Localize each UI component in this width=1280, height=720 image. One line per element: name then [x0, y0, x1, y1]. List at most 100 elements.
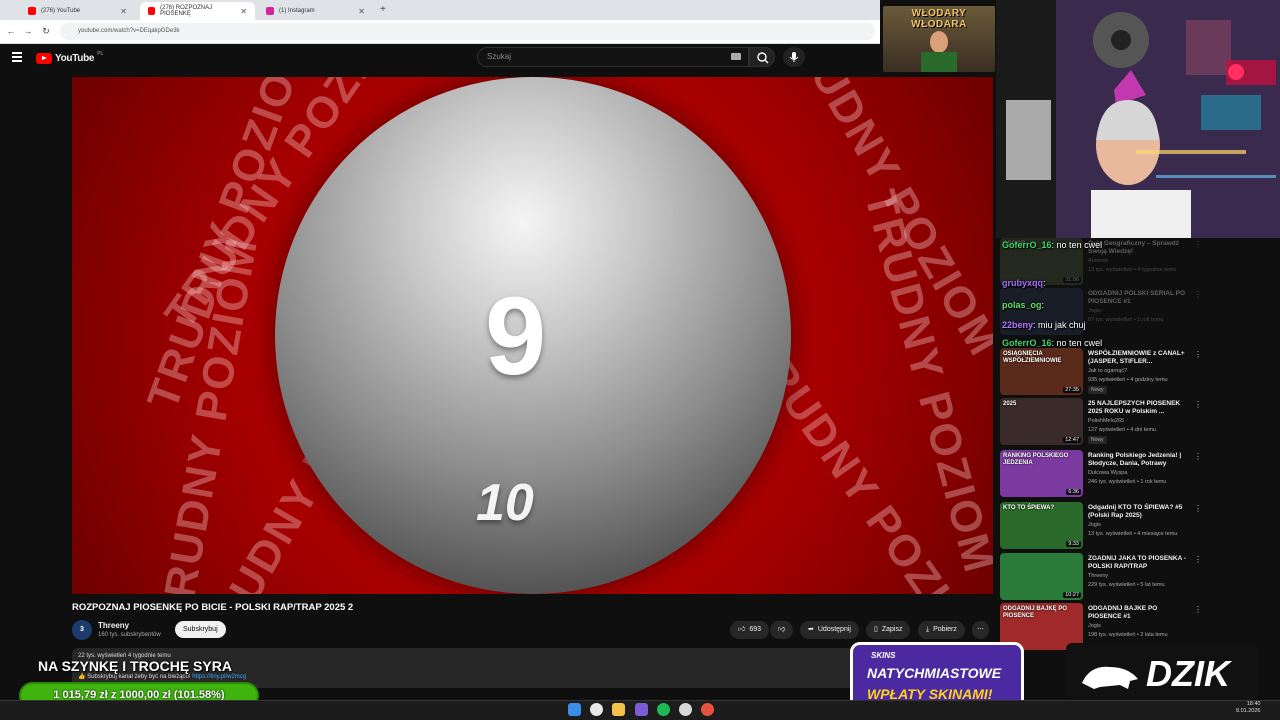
countdown-number: 9 [485, 275, 547, 398]
video-duration: 6:36 [1066, 489, 1081, 495]
video-channel[interactable]: Jogis [1088, 522, 1101, 528]
video-title[interactable]: Odgadnij KTO TO ŚPIEWA? #5 (Polski Rap 2… [1088, 504, 1188, 520]
video-meta: 13 tys. wyświetleń • 4 miesiące temu [1088, 531, 1178, 537]
share-button[interactable]: ➦ Udostępnij [800, 621, 859, 639]
video-meta: 229 tys. wyświetleń • 5 lat temu [1088, 582, 1165, 588]
url-input[interactable]: youtube.com/watch?v=DEqakpGDe3k [60, 23, 875, 40]
chat-overlay: GoferrO_16: no ten cwel grubyxqq: polas_o… [1000, 238, 1280, 356]
back-icon[interactable]: ← [4, 24, 18, 38]
download-label: Pobierz [933, 626, 957, 633]
video-channel[interactable]: Jogis [1088, 623, 1101, 629]
search-button[interactable] [749, 47, 775, 67]
youtube-favicon-icon [28, 7, 36, 15]
tab-label: (276) ROZPOZNAJ PIOSENKĘ [160, 5, 213, 17]
instagram-favicon-icon [266, 7, 274, 15]
close-icon[interactable]: ✕ [240, 7, 247, 16]
description-line: 👍 Subskrybuj kanał żeby być na bieżąco! [78, 674, 193, 680]
more-vert-icon[interactable]: ⋮ [1194, 605, 1202, 614]
tab-instagram[interactable]: (1) Instagram ✕ [258, 2, 373, 20]
system-clock: 18:40 8.01.2026 [1236, 701, 1260, 715]
video-channel[interactable]: Threeny [1088, 573, 1108, 579]
avatar[interactable]: 3 [72, 620, 92, 640]
more-actions-button[interactable]: ⋯ [972, 621, 989, 639]
browser-icon[interactable] [679, 703, 692, 716]
new-tab-button[interactable]: + [380, 4, 386, 15]
tab-label: (1) Instagram [279, 8, 315, 14]
clock-time: 18:40 [1246, 701, 1261, 707]
reload-icon[interactable]: ↻ [39, 24, 53, 38]
sidebar-video-item[interactable]: RANKING POLSKIEGO JEDZENIA 6:36 Ranking Po… [1000, 450, 1202, 500]
video-title[interactable]: Ranking Polskiego Jedzenia! | Słodycze, … [1088, 452, 1188, 468]
dzik-text: DZIK [1146, 653, 1230, 694]
more-vert-icon[interactable]: ⋮ [1194, 504, 1202, 513]
save-button[interactable]: ▯ Zapisz [866, 621, 911, 639]
channel-name[interactable]: Threeny [98, 621, 129, 630]
badge-figure-image [921, 31, 957, 72]
hamburger-menu-icon[interactable] [12, 52, 22, 62]
discord-icon[interactable] [635, 703, 648, 716]
dislike-button[interactable]: 👎︎ [770, 621, 794, 639]
description-text: 👍 Subskrybuj kanał żeby być na bieżąco! … [78, 673, 246, 680]
chat-message: polas_og: [1002, 300, 1044, 310]
sidebar-video-item[interactable]: KTO TO ŚPIEWA? 9:33 Odgadnij KTO TO ŚPIEWA… [1000, 502, 1202, 552]
sidebar-video-item[interactable]: 10:27 ZGADNIJ JAKA TO PIOSENKA - POLSKI R… [1000, 553, 1202, 603]
close-icon[interactable]: ✕ [120, 7, 127, 16]
video-thumbnail[interactable]: 10:27 [1000, 553, 1083, 600]
video-title[interactable]: ODGADNIJ BAJKE PO PIOSENCE #1 [1088, 605, 1188, 621]
app-icon[interactable] [701, 703, 714, 716]
chat-username[interactable]: GoferrO_16 [1002, 338, 1052, 348]
video-thumbnail[interactable]: KTO TO ŚPIEWA? 9:33 [1000, 502, 1083, 549]
forward-icon[interactable]: → [21, 24, 35, 38]
thumbnail-text: KTO TO ŚPIEWA? [1003, 505, 1055, 511]
chat-text: no ten cwel [1056, 240, 1103, 250]
close-icon[interactable]: ✕ [358, 7, 365, 16]
dzik-logo: DZIK [1066, 643, 1258, 708]
sidebar-video-item[interactable]: 2025 12:47 25 NAJLEPSZYCH PIOSENEK 2025 RO… [1000, 398, 1202, 448]
search-input[interactable]: Szukaj [477, 47, 749, 67]
video-meta: 127 wyświetleń • 4 dni temu [1088, 427, 1156, 433]
video-thumbnail[interactable]: 2025 12:47 [1000, 398, 1083, 445]
video-meta: 246 tys. wyświetleń • 1 rok temu [1088, 479, 1167, 485]
video-duration: 9:33 [1066, 541, 1081, 547]
video-channel[interactable]: PolishMelo265 [1088, 418, 1124, 424]
chat-username[interactable]: GoferrO_16 [1002, 240, 1052, 250]
video-title[interactable]: ZGADNIJ JAKA TO PIOSENKA - POLSKI RAP/TR… [1088, 555, 1188, 571]
video-thumbnail[interactable]: RANKING POLSKIEGO JEDZENIA 6:36 [1000, 450, 1083, 497]
more-vert-icon[interactable]: ⋮ [1194, 400, 1202, 409]
chat-username[interactable]: grubyxqq [1002, 278, 1043, 288]
spotify-icon[interactable] [657, 703, 670, 716]
youtube-logo[interactable]: YouTube PL [36, 51, 103, 65]
streamer-camera-image [996, 0, 1280, 238]
keyboard-icon[interactable] [731, 53, 741, 60]
more-vert-icon[interactable]: ⋮ [1194, 452, 1202, 461]
thumbnail-text: ODGADNIJ BAJKĘ PO PIOSENCE [1003, 606, 1068, 619]
download-button[interactable]: ⤓ Pobierz [918, 621, 965, 639]
save-label: Zapisz [881, 626, 903, 633]
voice-search-button[interactable] [783, 47, 805, 67]
chat-username[interactable]: polas_og [1002, 300, 1042, 310]
tab-youtube[interactable]: (276) YouTube ✕ [20, 2, 135, 20]
tab-video[interactable]: (276) ROZPOZNAJ PIOSENKĘ ✕ [140, 2, 255, 20]
thumbs-up-icon: 👍︎ [738, 626, 746, 633]
chat-text: miu jak chuj [1038, 320, 1086, 330]
logo-text: YouTube [55, 52, 95, 64]
bookmark-icon: ▯ [874, 626, 878, 633]
video-title[interactable]: 25 NAJLEPSZYCH PIOSENEK 2025 ROKU w Pols… [1088, 400, 1188, 416]
description-link[interactable]: https://tiny.pl/w2mcg [192, 674, 246, 680]
video-duration: 27:35 [1063, 387, 1081, 393]
search-icon [757, 52, 769, 64]
chat-username[interactable]: 22beny [1002, 320, 1033, 330]
subscribe-button[interactable]: Subskrybuj [175, 621, 226, 638]
like-button[interactable]: 👍︎ 693 [730, 621, 770, 639]
more-vert-icon[interactable]: ⋮ [1194, 555, 1202, 564]
like-count: 693 [749, 626, 762, 633]
webcam-overlay [996, 0, 1280, 238]
video-channel[interactable]: Dulcowa Wyspa [1088, 470, 1127, 476]
video-player[interactable]: TRUDNY POZIOM TRUDNY POZIOM TRUDNY POZIO… [72, 77, 993, 594]
chrome-icon[interactable] [590, 703, 603, 716]
video-channel[interactable]: Jak to ogarnąć? [1088, 368, 1127, 374]
share-icon: ➦ [808, 626, 814, 633]
windows-start-icon[interactable] [568, 703, 581, 716]
video-meta: 935 wyświetleń • 4 godziny temu [1088, 377, 1168, 383]
folder-icon[interactable] [612, 703, 625, 716]
